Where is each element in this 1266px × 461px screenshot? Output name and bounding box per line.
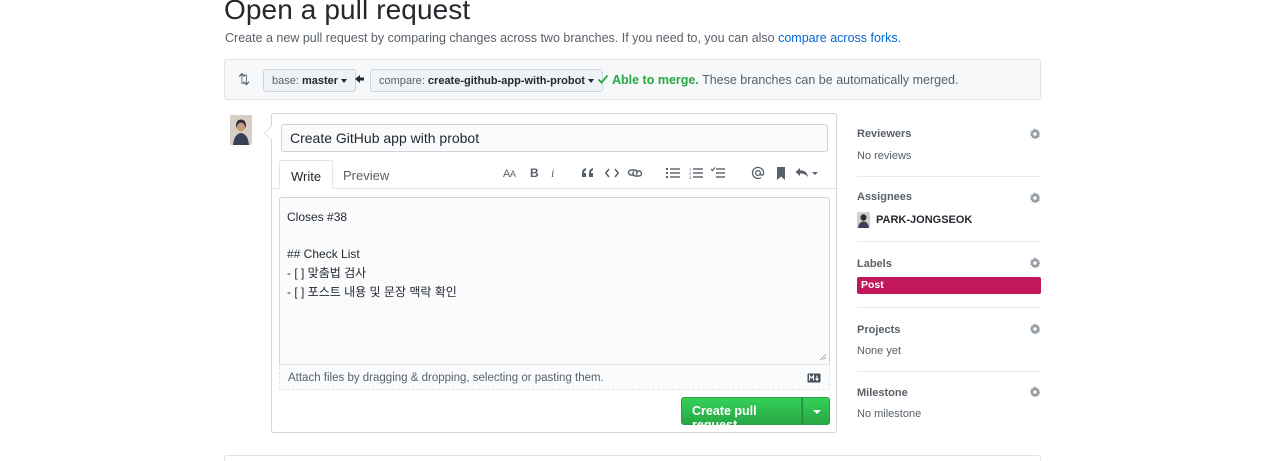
sidebar-reviewers: Reviewers No reviews xyxy=(857,113,1041,177)
commits-summary-box xyxy=(224,455,1041,461)
base-branch-name: master xyxy=(301,75,339,87)
compare-branch-select[interactable]: compare: create-github-app-with-probot xyxy=(370,69,603,92)
compare-prefix: compare: xyxy=(379,75,428,87)
sidebar-labels: Labels Post xyxy=(857,242,1041,308)
sidebar-milestone: Milestone No milestone xyxy=(857,372,1041,436)
subtitle-period: . xyxy=(897,31,902,45)
attach-files-dropzone[interactable]: Attach files by dragging & dropping, sel… xyxy=(279,364,830,390)
gear-icon[interactable] xyxy=(1029,128,1041,140)
svg-text:i: i xyxy=(551,167,554,179)
projects-value: None yet xyxy=(857,345,902,357)
pr-body-textarea[interactable]: Closes #38 ## Check List - [ ] 맞춤법 검사 - … xyxy=(279,197,830,364)
milestone-value: No milestone xyxy=(857,408,922,420)
svg-text:B: B xyxy=(530,167,539,179)
merge-ok-text: Able to merge. xyxy=(612,73,699,87)
tabs-divider xyxy=(272,188,836,189)
gear-icon[interactable] xyxy=(1029,257,1041,269)
base-branch-select[interactable]: base: master xyxy=(263,69,357,92)
code-icon[interactable] xyxy=(603,164,621,182)
label-badge[interactable]: Post xyxy=(857,277,1041,294)
sidebar-heading-milestone: Milestone xyxy=(857,387,908,399)
base-prefix: base: xyxy=(272,75,302,87)
compare-arrows-icon xyxy=(238,72,250,86)
sidebar-heading-projects: Projects xyxy=(857,324,901,336)
markdown-icon[interactable] xyxy=(807,373,821,383)
tab-preview[interactable]: Preview xyxy=(332,160,400,189)
sidebar-heading-reviewers: Reviewers xyxy=(857,128,912,140)
reply-icon[interactable] xyxy=(794,164,820,182)
avatar-image xyxy=(230,115,252,145)
task-list-icon[interactable] xyxy=(709,164,727,182)
bookmark-icon[interactable] xyxy=(772,164,790,182)
compare-across-forks-link[interactable]: compare across forks xyxy=(778,31,897,45)
merge-status: Able to merge. These branches can be aut… xyxy=(597,73,958,87)
svg-text:A: A xyxy=(510,169,516,179)
page-title: Open a pull request xyxy=(224,0,471,25)
sidebar-assignees: Assignees PARK-JONGSEOK xyxy=(857,177,1041,242)
bulleted-list-icon[interactable] xyxy=(664,164,682,182)
bold-icon[interactable]: B xyxy=(525,164,543,182)
gear-icon[interactable] xyxy=(1029,323,1041,335)
resize-handle-icon[interactable] xyxy=(819,353,827,361)
sidebar-projects: Projects None yet xyxy=(857,308,1041,372)
branch-range-bar: base: master compare: create-github-app-… xyxy=(224,59,1041,100)
quote-icon[interactable] xyxy=(579,164,597,182)
avatar xyxy=(857,212,870,228)
chevron-down-icon xyxy=(341,79,348,83)
assignee-item[interactable]: PARK-JONGSEOK xyxy=(857,212,972,228)
merge-detail-text: These branches can be automatically merg… xyxy=(698,73,959,87)
italic-icon[interactable]: i xyxy=(545,164,563,182)
pull-request-composer: Write Preview AA B i 123 Closes #38 ## C… xyxy=(264,113,837,433)
subtitle-text: Create a new pull request by comparing c… xyxy=(225,31,779,45)
mention-icon[interactable] xyxy=(749,164,767,182)
svg-text:3: 3 xyxy=(689,175,692,179)
compare-branch-name: create-github-app-with-probot xyxy=(427,75,585,87)
numbered-list-icon[interactable]: 123 xyxy=(687,164,705,182)
chevron-down-icon xyxy=(813,410,821,414)
check-icon xyxy=(597,74,609,84)
header-text-icon[interactable]: AA xyxy=(502,164,520,182)
arrow-left-icon xyxy=(355,75,364,83)
attach-hint: Attach files by dragging & dropping, sel… xyxy=(288,372,604,384)
gear-icon[interactable] xyxy=(1029,192,1041,204)
sidebar-heading-assignees: Assignees xyxy=(857,191,913,203)
create-pull-request-button[interactable]: Create pull request xyxy=(681,397,802,432)
chevron-down-icon xyxy=(587,79,594,83)
assignee-name: PARK-JONGSEOK xyxy=(876,214,973,226)
page-subtitle: Create a new pull request by comparing c… xyxy=(225,31,901,45)
sidebar-heading-labels: Labels xyxy=(857,258,892,270)
link-icon[interactable] xyxy=(626,164,644,182)
pr-title-input[interactable] xyxy=(281,124,828,152)
reviewers-value: No reviews xyxy=(857,150,912,162)
tab-write[interactable]: Write xyxy=(279,160,334,189)
gear-icon[interactable] xyxy=(1029,386,1041,398)
avatar[interactable] xyxy=(230,115,252,145)
create-pr-options-dropdown[interactable] xyxy=(802,397,830,425)
